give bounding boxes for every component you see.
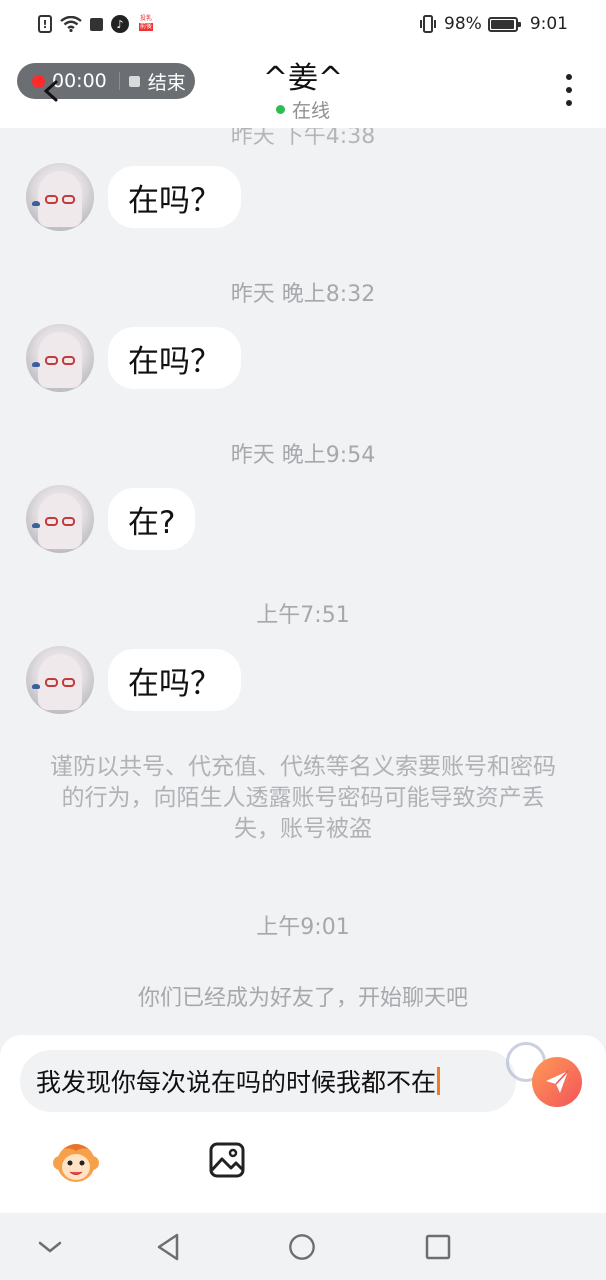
image-icon[interactable] [209, 1142, 245, 1178]
avatar[interactable] [26, 646, 94, 714]
message-row: 在? [26, 485, 196, 553]
message-row: 在吗？ [26, 324, 241, 392]
tiktok-icon: ♪ [111, 15, 129, 33]
app-notification-icon: 投乳 前後 [138, 15, 153, 31]
system-navigation-bar [0, 1213, 606, 1280]
battery-percent: 98% [444, 14, 482, 34]
paper-plane-icon [546, 1070, 569, 1093]
status-icons-right: 98% 9:01 [418, 12, 568, 36]
online-status-label: 在线 [291, 100, 330, 122]
message-input[interactable]: 我发现你每次说在吗的时候我都不在 [20, 1050, 516, 1112]
timestamp: 昨天 晚上9:54 [230, 443, 376, 468]
online-status: 在线 [0, 96, 606, 123]
message-row: 在吗？ [26, 646, 241, 714]
send-button[interactable] [532, 1057, 582, 1107]
text-caret [437, 1067, 441, 1095]
alert-icon: ! [38, 15, 52, 33]
more-vertical-icon[interactable] [564, 74, 574, 106]
timestamp-partial: 昨天 下午4:38 [230, 128, 376, 149]
avatar[interactable] [26, 324, 94, 392]
online-dot-icon [275, 105, 285, 114]
timestamp: 上午7:51 [256, 603, 350, 628]
chat-header: 00:00 结束 ^姜^ 在线 [0, 48, 606, 128]
message-bubble[interactable]: 在? [108, 488, 196, 550]
timestamp: 昨天 晚上8:32 [230, 282, 376, 307]
message-composer: 我发现你每次说在吗的时候我都不在 [0, 1035, 606, 1213]
chat-title: ^姜^ [262, 61, 344, 96]
friend-added-note: 你们已经成为好友了，开始聊天吧 [137, 986, 468, 1011]
collapse-down-icon[interactable] [36, 1233, 64, 1261]
message-bubble[interactable]: 在吗？ [108, 166, 241, 228]
recents-square-icon[interactable] [424, 1233, 452, 1261]
battery-fill [490, 19, 515, 29]
message-bubble[interactable]: 在吗？ [108, 649, 241, 711]
avatar[interactable] [26, 485, 94, 553]
avatar[interactable] [26, 163, 94, 231]
wifi-icon [60, 16, 82, 32]
timestamp: 上午9:01 [256, 915, 350, 940]
message-bubble[interactable]: 在吗？ [108, 327, 241, 389]
chat-messages[interactable]: 昨天 下午4:38 在吗？ 昨天 晚上8:32 在吗？ 昨天 晚上9:54 在?… [0, 128, 606, 1035]
status-icons-left: ! ♪ 投乳 前後 [38, 12, 155, 36]
square-notification-icon [90, 17, 103, 31]
security-notice: 谨防以共号、代充值、代练等名义索要账号和密码的行为，向陌生人透露账号密码可能导致… [50, 754, 556, 842]
message-input-value: 我发现你每次说在吗的时候我都不在 [36, 1068, 437, 1097]
battery-icon [487, 16, 521, 32]
clock: 9:01 [529, 14, 568, 34]
back-triangle-icon[interactable] [154, 1233, 182, 1261]
vibrate-icon [418, 15, 438, 33]
monkey-emoji-icon[interactable] [52, 1139, 100, 1185]
status-bar: ! ♪ 投乳 前後 98% 9:01 [0, 0, 606, 48]
home-circle-icon[interactable] [288, 1233, 316, 1261]
message-row: 在吗？ [26, 163, 241, 231]
